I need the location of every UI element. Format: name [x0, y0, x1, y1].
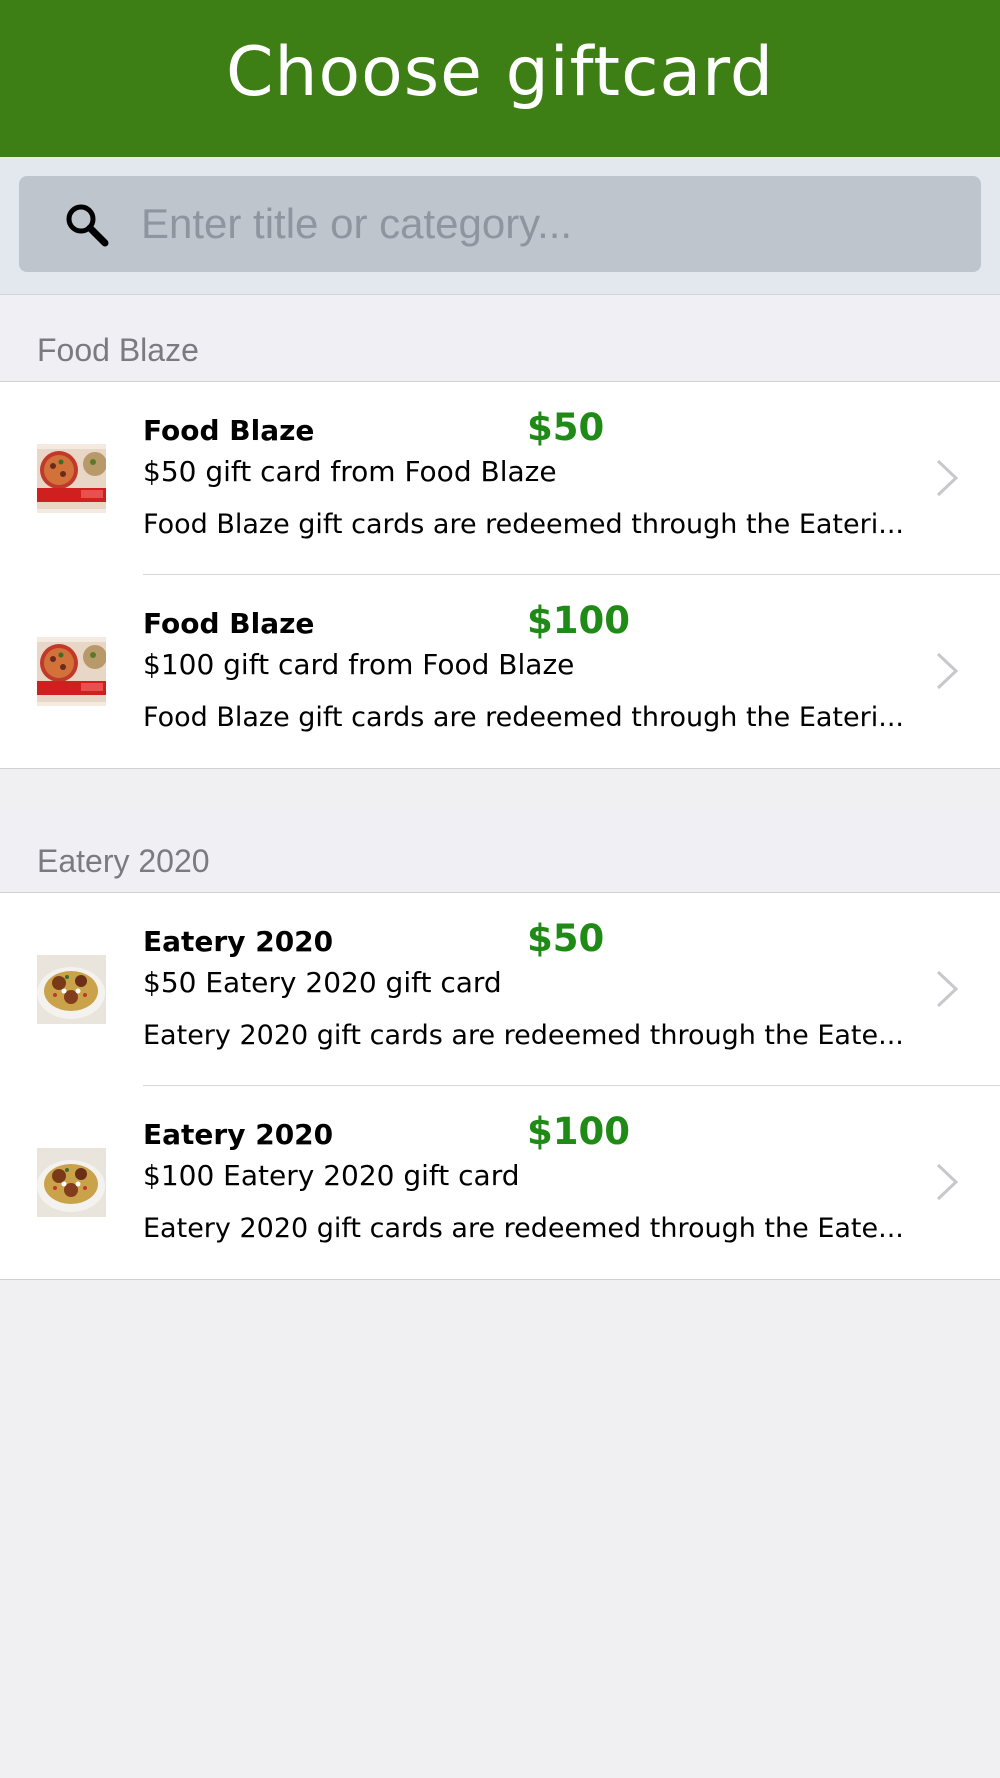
item-subtitle: $50 Eatery 2020 gift card: [143, 966, 502, 999]
chevron-right-icon: [936, 970, 959, 1008]
section-header-label: Food Blaze: [37, 332, 199, 368]
chevron-right-icon: [936, 1163, 959, 1201]
list-item[interactable]: Food Blaze $50 $50 gift card from Food B…: [0, 382, 1000, 575]
item-subtitle: $100 gift card from Food Blaze: [143, 648, 575, 681]
item-subtitle: $100 Eatery 2020 gift card: [143, 1159, 520, 1192]
chevron-right-icon: [936, 459, 959, 497]
dish-thumbnail: [37, 955, 106, 1024]
section-list-food-blaze: Food Blaze $50 $50 gift card from Food B…: [0, 382, 1000, 769]
item-title: Eatery 2020: [143, 1118, 334, 1151]
section-header-label: Eatery 2020: [37, 843, 210, 879]
search-icon: [66, 204, 109, 247]
pizza-thumbnail: [37, 637, 106, 706]
section-header-eatery-2020: Eatery 2020: [0, 806, 1000, 893]
item-price: $50: [527, 917, 605, 960]
list-item[interactable]: Food Blaze $100 $100 gift card from Food…: [0, 575, 1000, 768]
item-price: $100: [527, 1110, 630, 1153]
item-subtitle: $50 gift card from Food Blaze: [143, 455, 557, 488]
item-description: Food Blaze gift cards are redeemed throu…: [143, 509, 904, 540]
search-input[interactable]: [121, 176, 961, 272]
search-bar: [0, 157, 1000, 295]
list-item[interactable]: Eatery 2020 $50 $50 Eatery 2020 gift car…: [0, 893, 1000, 1086]
section-list-eatery-2020: Eatery 2020 $50 $50 Eatery 2020 gift car…: [0, 893, 1000, 1280]
search-field[interactable]: [19, 176, 981, 272]
item-title: Food Blaze: [143, 414, 315, 447]
item-title: Food Blaze: [143, 607, 315, 640]
item-description: Eatery 2020 gift cards are redeemed thro…: [143, 1213, 904, 1244]
list-item[interactable]: Eatery 2020 $100 $100 Eatery 2020 gift c…: [0, 1086, 1000, 1279]
pizza-thumbnail: [37, 444, 106, 513]
page-title: Choose giftcard: [225, 33, 775, 112]
item-description: Eatery 2020 gift cards are redeemed thro…: [143, 1020, 904, 1051]
app-header: Choose giftcard: [0, 0, 1000, 157]
item-price: $100: [527, 599, 630, 642]
dish-thumbnail: [37, 1148, 106, 1217]
item-title: Eatery 2020: [143, 925, 334, 958]
item-price: $50: [527, 406, 605, 449]
section-header-food-blaze: Food Blaze: [0, 295, 1000, 382]
chevron-right-icon: [936, 652, 959, 690]
item-description: Food Blaze gift cards are redeemed throu…: [143, 702, 904, 733]
